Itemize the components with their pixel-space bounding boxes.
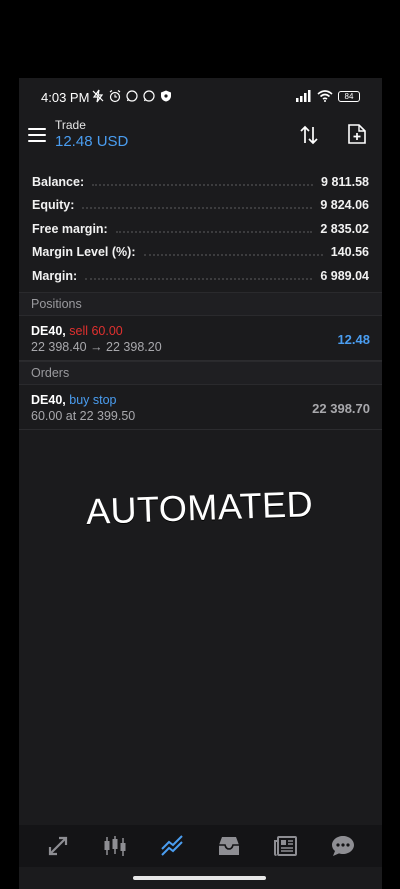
nav-history[interactable] <box>214 831 244 861</box>
margin-value: 6 989.04 <box>320 268 369 283</box>
battery-level: 84 <box>344 91 354 101</box>
position-action: sell 60.00 <box>69 324 123 338</box>
nav-quotes[interactable] <box>43 831 73 861</box>
order-action: buy stop <box>69 393 117 407</box>
nav-trade[interactable] <box>157 831 187 861</box>
signal-icon <box>296 90 311 102</box>
app-header: Trade 12.48 USD <box>19 118 382 160</box>
shield-icon <box>161 90 171 102</box>
position-prices: 22 398.40 → 22 398.20 <box>31 340 162 354</box>
position-symbol: DE40 <box>31 324 63 338</box>
trade-icon <box>161 835 183 856</box>
positions-header: Positions <box>19 292 382 316</box>
page-title: Trade <box>55 118 86 132</box>
menu-icon[interactable] <box>28 128 46 142</box>
order-symbol: DE40 <box>31 393 63 407</box>
balance-value: 9 811.58 <box>321 174 369 189</box>
margin-level-row: Margin Level (%): 140.56 <box>19 241 382 265</box>
order-current-price: 22 398.70 <box>312 401 370 416</box>
system-icons: 84 <box>296 90 360 102</box>
new-order-icon[interactable] <box>347 123 367 145</box>
bottom-navigation <box>19 825 382 867</box>
equity-label: Equity: <box>32 198 75 213</box>
margin-level-label: Margin Level (%): <box>32 245 136 260</box>
notification-icons <box>91 89 173 103</box>
nav-messages[interactable] <box>328 831 358 861</box>
margin-label: Margin: <box>32 268 78 283</box>
wifi-icon <box>317 90 333 102</box>
news-icon <box>274 836 298 856</box>
equity-value: 9 824.06 <box>320 198 369 213</box>
battery-icon: 84 <box>338 90 360 102</box>
sort-icon[interactable] <box>298 124 320 146</box>
home-indicator[interactable] <box>133 876 266 880</box>
margin-level-value: 140.56 <box>330 245 369 260</box>
position-item[interactable]: DE40, sell 60.00 22 398.40 → 22 398.20 1… <box>19 317 382 361</box>
free-margin-label: Free margin: <box>32 221 108 236</box>
balance-label: Balance: <box>32 174 85 189</box>
quotes-icon <box>48 836 67 856</box>
position-profit: 12.48 <box>337 332 370 347</box>
margin-row: Margin: 6 989.04 <box>19 264 382 288</box>
nav-news[interactable] <box>271 831 301 861</box>
free-margin-value: 2 835.02 <box>320 221 369 236</box>
free-margin-row: Free margin: 2 835.02 <box>19 217 382 241</box>
balance-row: Balance: 9 811.58 <box>19 170 382 194</box>
lightning-off-icon <box>92 89 104 103</box>
messages-icon <box>332 836 355 856</box>
status-time: 4:03 PM <box>41 90 90 105</box>
equity-row: Equity: 9 824.06 <box>19 194 382 218</box>
chart-icon <box>104 836 126 856</box>
history-icon <box>219 837 240 855</box>
status-bar: 4:03 PM 84 <box>19 78 382 118</box>
order-item[interactable]: DE40, buy stop 60.00 at 22 399.50 22 398… <box>19 386 382 430</box>
nav-chart[interactable] <box>100 831 130 861</box>
orders-header: Orders <box>19 361 382 385</box>
header-profit-value: 12.48 USD <box>55 133 129 150</box>
alarm-icon <box>109 90 121 103</box>
overlay-caption: AUTOMATED <box>85 483 314 532</box>
phone-screen: 4:03 PM 84 Trade 12.48 USD Balance: 9 81… <box>19 78 382 889</box>
whatsapp-icon-2 <box>143 90 155 102</box>
order-detail: 60.00 at 22 399.50 <box>31 409 136 423</box>
account-summary: Balance: 9 811.58 Equity: 9 824.06 Free … <box>19 170 382 288</box>
whatsapp-icon <box>126 90 138 102</box>
